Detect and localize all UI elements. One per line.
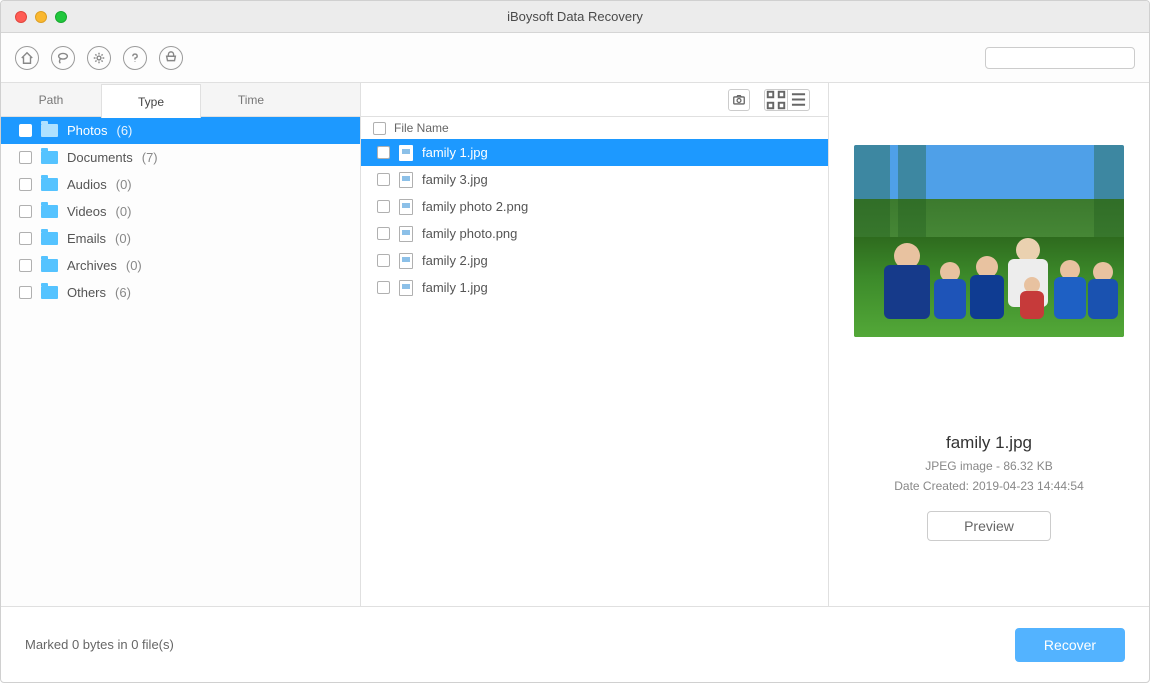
file-icon [399,199,413,215]
file-row[interactable]: family photo 2.png [361,193,828,220]
category-checkbox[interactable] [19,286,32,299]
category-label: Photos [67,123,107,138]
camera-icon[interactable] [728,89,750,111]
category-label: Audios [67,177,107,192]
preview-thumbnail [854,145,1124,337]
select-all-checkbox[interactable] [373,122,386,135]
sidebar-item-audios[interactable]: Audios (0) [1,171,360,198]
preview-button[interactable]: Preview [927,511,1051,541]
sidebar-item-photos[interactable]: Photos (6) [1,117,360,144]
folder-icon [41,286,58,299]
help-icon[interactable] [123,46,147,70]
toolbar-icons [15,46,183,70]
category-label: Videos [67,204,107,219]
category-label: Archives [67,258,117,273]
preview-panel: family 1.jpg JPEG image - 86.32 KB Date … [829,83,1149,606]
tab-path[interactable]: Path [1,83,101,116]
search-input[interactable] [996,50,1150,66]
category-list: Photos (6)Documents (7)Audios (0)Videos … [1,117,360,606]
sidebar-item-videos[interactable]: Videos (0) [1,198,360,225]
main-content: PathTypeTime Photos (6)Documents (7)Audi… [1,83,1149,606]
file-row[interactable]: family 3.jpg [361,166,828,193]
titlebar: iBoysoft Data Recovery [1,1,1149,33]
folder-icon [41,205,58,218]
category-checkbox[interactable] [19,124,32,137]
file-name: family 1.jpg [422,145,488,160]
sidebar-tabs: PathTypeTime [1,83,360,117]
file-icon [399,280,413,296]
recover-button[interactable]: Recover [1015,628,1125,662]
category-count: (7) [142,150,158,165]
gear-icon[interactable] [87,46,111,70]
category-count: (6) [116,123,132,138]
file-name: family 2.jpg [422,253,488,268]
category-checkbox[interactable] [19,259,32,272]
file-name: family 3.jpg [422,172,488,187]
lasso-icon[interactable] [51,46,75,70]
file-row[interactable]: family 2.jpg [361,247,828,274]
category-label: Documents [67,150,133,165]
category-checkbox[interactable] [19,205,32,218]
category-count: (0) [115,231,131,246]
file-icon [399,172,413,188]
window-title: iBoysoft Data Recovery [1,9,1149,24]
file-checkbox[interactable] [377,146,390,159]
file-list-header: File Name [361,117,828,139]
category-count: (6) [115,285,131,300]
footer: Marked 0 bytes in 0 file(s) Recover [1,606,1149,682]
file-checkbox[interactable] [377,254,390,267]
sidebar-item-documents[interactable]: Documents (7) [1,144,360,171]
file-checkbox[interactable] [377,281,390,294]
list-view-icon[interactable] [787,90,809,110]
category-count: (0) [116,204,132,219]
cart-icon[interactable] [159,46,183,70]
folder-icon [41,151,58,164]
column-header-name[interactable]: File Name [394,121,449,135]
home-icon[interactable] [15,46,39,70]
folder-icon [41,259,58,272]
tab-type[interactable]: Type [101,84,201,118]
file-name: family 1.jpg [422,280,488,295]
file-name: family photo 2.png [422,199,528,214]
file-icon [399,253,413,269]
sidebar-item-archives[interactable]: Archives (0) [1,252,360,279]
file-checkbox[interactable] [377,227,390,240]
file-icon [399,145,413,161]
folder-icon [41,178,58,191]
folder-icon [41,232,58,245]
file-icon [399,226,413,242]
category-checkbox[interactable] [19,178,32,191]
file-list-toolbar [361,83,828,117]
preview-date: Date Created: 2019-04-23 14:44:54 [894,479,1084,493]
sidebar-item-emails[interactable]: Emails (0) [1,225,360,252]
category-count: (0) [116,177,132,192]
sidebar: PathTypeTime Photos (6)Documents (7)Audi… [1,83,361,606]
tab-time[interactable]: Time [201,83,301,116]
file-name: family photo.png [422,226,517,241]
category-count: (0) [126,258,142,273]
file-row[interactable]: family 1.jpg [361,139,828,166]
folder-icon [41,124,58,137]
app-window: iBoysoft Data Recovery ✕ [0,0,1150,683]
preview-filename: family 1.jpg [946,433,1032,453]
file-checkbox[interactable] [377,200,390,213]
file-row[interactable]: family 1.jpg [361,274,828,301]
file-row[interactable]: family photo.png [361,220,828,247]
category-label: Others [67,285,106,300]
category-label: Emails [67,231,106,246]
sidebar-item-others[interactable]: Others (6) [1,279,360,306]
selection-status: Marked 0 bytes in 0 file(s) [25,637,174,652]
toolbar: ✕ [1,33,1149,83]
category-checkbox[interactable] [19,151,32,164]
category-checkbox[interactable] [19,232,32,245]
file-checkbox[interactable] [377,173,390,186]
file-list-panel: File Name family 1.jpgfamily 3.jpgfamily… [361,83,829,606]
grid-view-icon[interactable] [765,90,787,110]
preview-fileinfo: JPEG image - 86.32 KB [925,459,1052,473]
view-mode-toggle [764,89,810,111]
search-box[interactable]: ✕ [985,47,1135,69]
file-rows: family 1.jpg family 3.jpg family photo 2.p… [361,139,828,606]
